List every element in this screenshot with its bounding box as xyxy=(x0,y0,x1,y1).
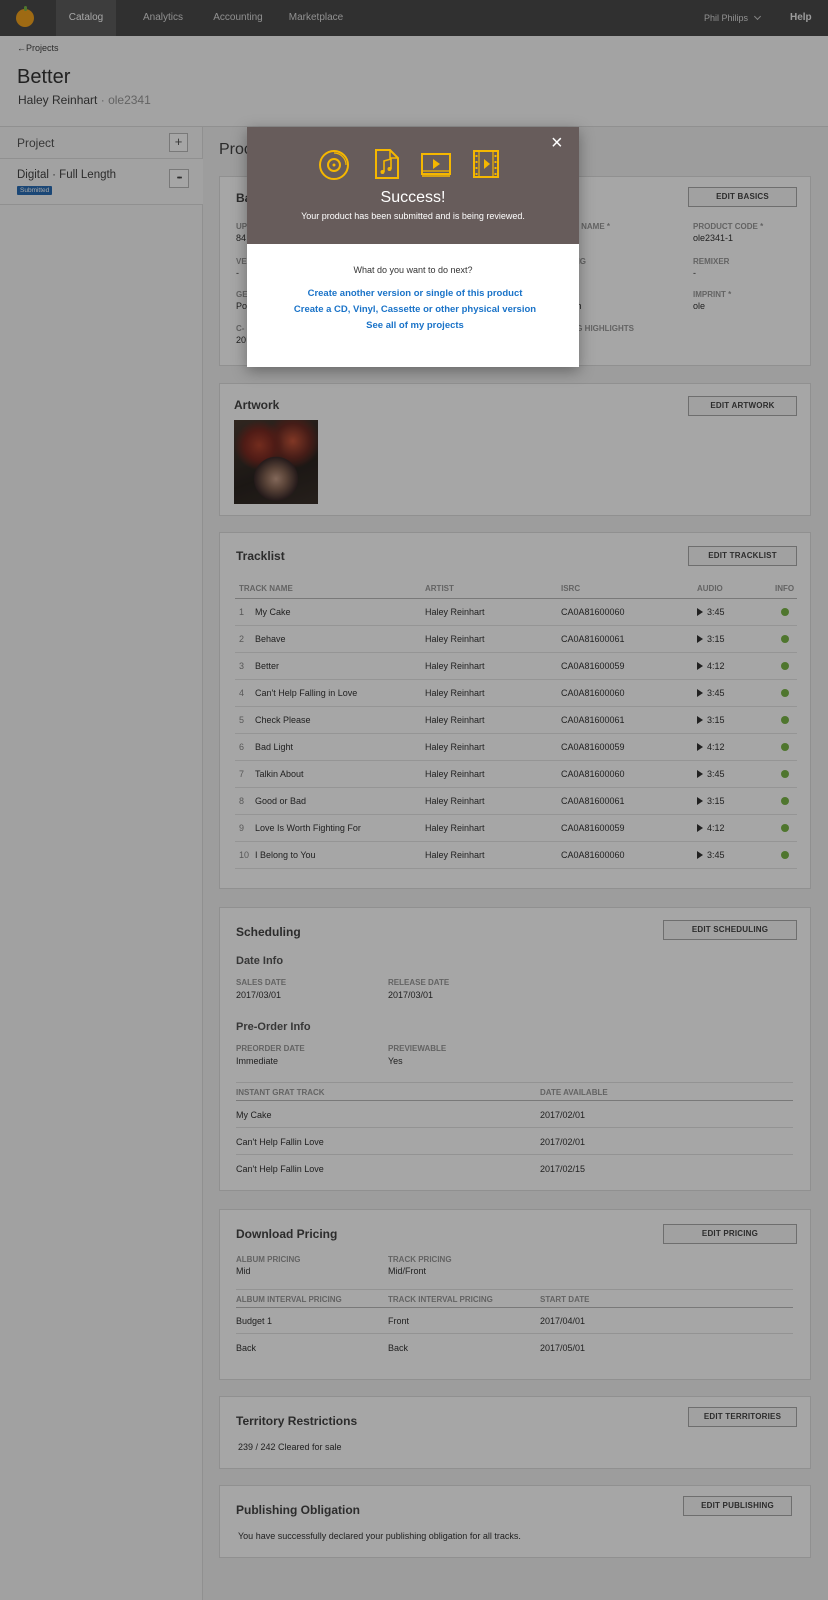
see-all-projects-link[interactable]: See all of my projects xyxy=(245,320,585,331)
video-player-icon xyxy=(421,153,451,177)
modal-header: × Success! Your product has been submitt… xyxy=(247,127,579,244)
create-another-version-link[interactable]: Create another version or single of this… xyxy=(245,288,585,299)
modal-subtitle: Your product has been submitted and is b… xyxy=(301,211,525,221)
disc-icon xyxy=(319,150,349,180)
modal-title: Success! xyxy=(380,189,446,206)
film-icon xyxy=(473,150,499,178)
create-physical-version-link[interactable]: Create a CD, Vinyl, Cassette or other ph… xyxy=(245,304,585,315)
modal-question: What do you want to do next? xyxy=(353,265,473,275)
close-icon[interactable]: × xyxy=(551,133,563,153)
success-modal: × Success! Your product has been submitt… xyxy=(247,127,579,367)
modal-body: What do you want to do next? Create anot… xyxy=(247,244,579,367)
music-file-icon xyxy=(375,149,399,179)
